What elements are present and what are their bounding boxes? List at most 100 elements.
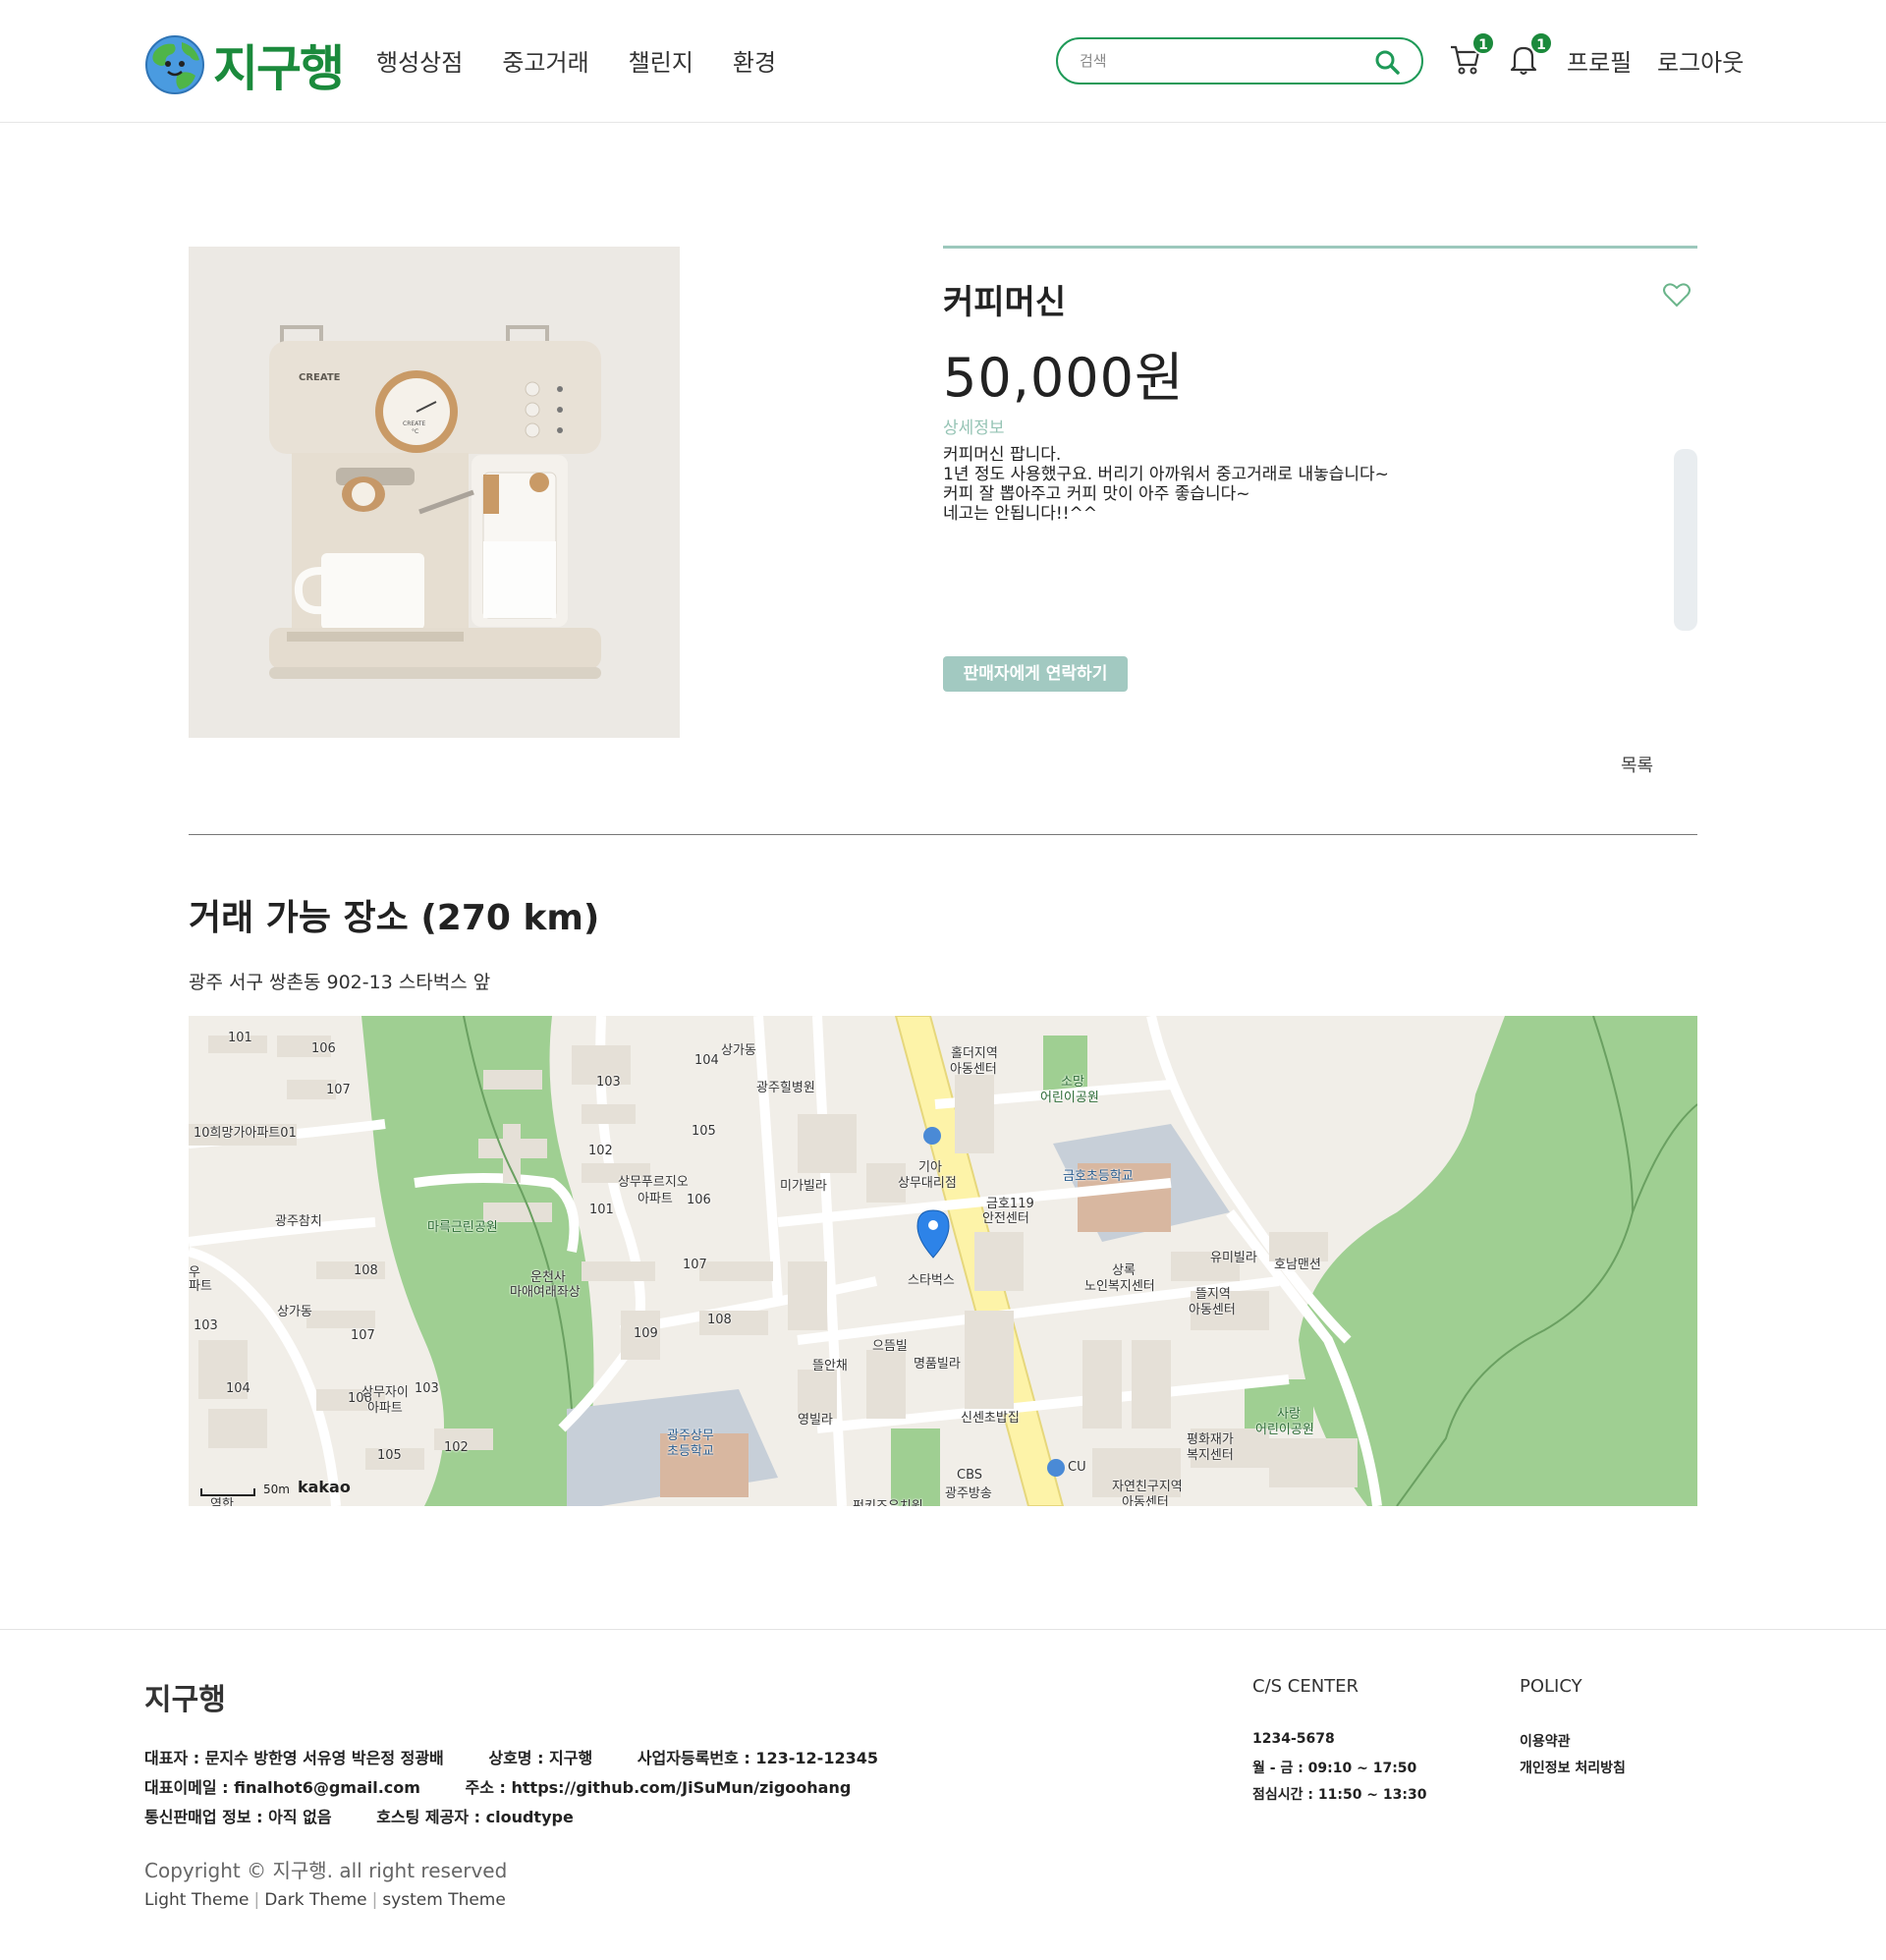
map-label: 복지센터 [1187, 1448, 1234, 1463]
map-label: 금호초등학교 [1063, 1169, 1134, 1184]
map-label: 어린이공원 [1040, 1091, 1099, 1105]
search-box [1056, 37, 1423, 84]
footer-hosting: 호스팅 제공자 : cloudtype [376, 1808, 574, 1826]
globe-logo-icon [145, 35, 204, 94]
dark-theme-link[interactable]: Dark Theme [264, 1890, 366, 1910]
map-label: CU [1068, 1460, 1086, 1475]
theme-separator: | [371, 1890, 378, 1910]
map-label: CBS [957, 1468, 983, 1483]
site-header: 지구행 행성상점 중고거래 챌린지 환경 1 1 프로필 로그아웃 [0, 0, 1886, 123]
privacy-policy-link[interactable]: 개인정보 처리방침 [1520, 1758, 1626, 1777]
cs-center-title: C/S CENTER [1252, 1676, 1359, 1697]
footer-divider [0, 1629, 1886, 1630]
cs-phone: 1234-5678 [1252, 1731, 1335, 1747]
logo-text: 지구행 [213, 40, 345, 97]
nav-item-planet-store[interactable]: 행성상점 [376, 43, 463, 78]
map-label: 어린이공원 [1255, 1423, 1314, 1437]
profile-link[interactable]: 프로필 [1567, 43, 1632, 78]
product-title: 커피머신 [943, 283, 1067, 322]
cs-lunch: 점심시간 : 11:50 ~ 13:30 [1252, 1787, 1427, 1803]
map-label: 103 [596, 1075, 621, 1090]
machine-brand-text: CREATE [299, 372, 341, 383]
map-label: 103 [415, 1381, 439, 1396]
map-label: 107 [683, 1258, 707, 1272]
map-label: 10희망가아파트01 [194, 1126, 297, 1141]
scale-text: 50m [263, 1483, 290, 1496]
footer-ceo: 대표자 : 문지수 방한영 서유영 박은정 정광배 [144, 1749, 444, 1767]
map-label: 광주방송 [945, 1486, 992, 1501]
copyright: Copyright © 지구행. all right reserved [144, 1859, 508, 1882]
main-nav: 행성상점 중고거래 챌린지 환경 [376, 43, 815, 78]
map-label: 102 [588, 1144, 613, 1158]
map-label: 마륵근린공원 [427, 1220, 498, 1235]
cart-button[interactable]: 1 [1448, 31, 1495, 77]
gauge-unit-text: °C [412, 428, 418, 435]
product-price: 50,000원 [943, 347, 1185, 409]
footer-brand: 지구행 [144, 1683, 226, 1717]
map-label: 104 [694, 1053, 719, 1068]
map-label: 108 [354, 1263, 378, 1278]
map-label: 108 [707, 1313, 732, 1327]
alarm-count-badge: 1 [1529, 31, 1553, 55]
map-label: 105 [377, 1448, 402, 1463]
heart-icon[interactable] [1663, 282, 1691, 308]
search-input[interactable] [1080, 49, 1355, 73]
map-label: 광주참치 [275, 1214, 322, 1229]
search-icon[interactable] [1374, 49, 1400, 75]
cs-hours: 월 - 금 : 09:10 ~ 17:50 [1252, 1761, 1417, 1776]
map-label: 광주힐병원 [756, 1081, 815, 1095]
map-label: 106 [687, 1193, 711, 1207]
map-label: 107 [326, 1083, 351, 1097]
nav-item-environment[interactable]: 환경 [733, 43, 776, 78]
map-label: 109 [634, 1326, 658, 1341]
map-label: 101 [228, 1031, 252, 1045]
description-line: 1년 정도 사용했구요. 버리기 아까워서 중고거래로 내놓습니다~ [943, 465, 1389, 484]
detail-divider [943, 246, 1697, 249]
description-line: 커피 잘 뽑아주고 커피 맛이 아주 좋습니다~ [943, 484, 1250, 504]
product-image: CREATE CREATE °C [189, 247, 680, 738]
light-theme-link[interactable]: Light Theme [144, 1890, 249, 1910]
product-description: 커피머신 팝니다. 1년 정도 사용했구요. 버리기 아까워서 중고거래로 내놓… [943, 445, 1631, 524]
footer-info-row: 통신판매업 정보 : 아직 없음 호스팅 제공자 : cloudtype [144, 1804, 613, 1827]
list-link[interactable]: 목록 [1621, 752, 1653, 777]
terms-link[interactable]: 이용약관 [1520, 1731, 1571, 1751]
location-address: 광주 서구 쌍촌동 902-13 스타벅스 앞 [189, 972, 491, 993]
map-label: 호남맨션 [1274, 1258, 1321, 1272]
map-label: 신센초밥집 [961, 1411, 1020, 1426]
map-label: 펀키즈유치원 [853, 1495, 923, 1506]
description-scrollbar[interactable] [1674, 449, 1697, 631]
map-label: 명품빌라 [914, 1357, 961, 1372]
description-line: 네고는 안됩니다!!^^ [943, 504, 1098, 524]
alarm-button[interactable]: 1 [1506, 31, 1553, 77]
map-scale: 50m kakao [200, 1478, 351, 1496]
map-canvas [189, 1016, 1697, 1506]
map-label: 107 [351, 1328, 375, 1343]
map-label: 으뜸빌 [872, 1339, 908, 1354]
detail-label: 상세정보 [943, 419, 1005, 438]
map-label: 102 [444, 1440, 469, 1455]
map[interactable]: 101 106 107 10희망가아파트01 광주참치 우 파트 상가동 103… [189, 1016, 1697, 1506]
map-label: 파트 [189, 1279, 212, 1294]
footer-commerce-info: 통신판매업 정보 : 아직 없음 [144, 1808, 332, 1826]
map-label: 106 [311, 1041, 336, 1056]
kakao-logo[interactable]: kakao [298, 1478, 351, 1496]
contact-seller-button[interactable]: 판매자에게 연락하기 [943, 656, 1128, 692]
map-label: 아동센터 [1189, 1303, 1236, 1317]
logo[interactable]: 지구행 [144, 29, 345, 100]
map-label: 미가빌라 [780, 1179, 827, 1194]
map-label: 상가동 [277, 1305, 312, 1319]
system-theme-link[interactable]: system Theme [382, 1890, 506, 1910]
nav-item-challenge[interactable]: 챌린지 [629, 43, 693, 78]
footer-address: 주소 : https://github.com/JiSuMun/zigoohan… [465, 1778, 852, 1797]
nav-item-used-trade[interactable]: 중고거래 [502, 43, 588, 78]
map-label: 101 [589, 1203, 614, 1217]
map-label: 유미빌라 [1210, 1251, 1257, 1265]
theme-switcher: Light Theme | Dark Theme | system Theme [144, 1890, 506, 1910]
map-label: 스타벅스 [908, 1273, 955, 1288]
map-label: 아파트 [367, 1401, 403, 1416]
map-label: 103 [194, 1318, 218, 1333]
footer-info-row: 대표이메일 : finalhot6@gmail.com 주소 : https:/… [144, 1774, 890, 1798]
logout-link[interactable]: 로그아웃 [1657, 43, 1744, 78]
map-label: 상무대리점 [898, 1176, 957, 1191]
section-divider [189, 834, 1697, 835]
